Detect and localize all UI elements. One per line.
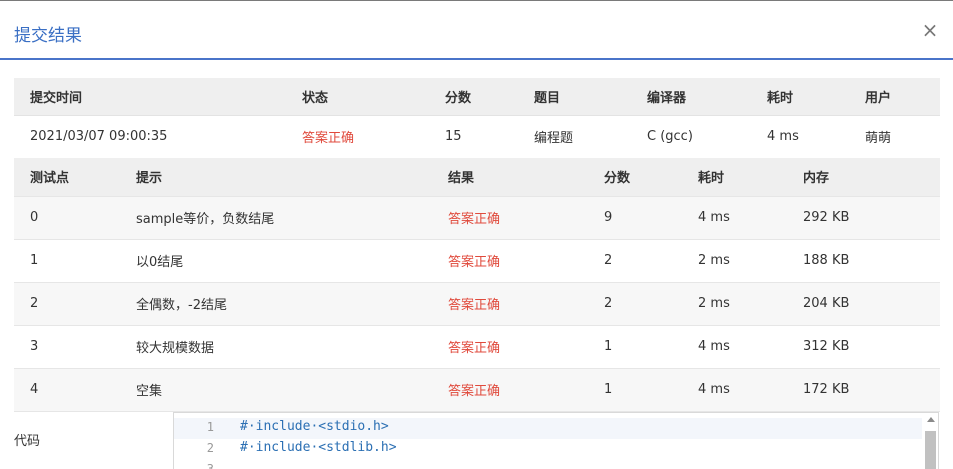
testcase-id: 0 [14, 196, 136, 240]
testcase-id: 2 [14, 282, 136, 326]
testcase-memory: 312 KB [803, 325, 940, 369]
close-icon[interactable]: × [921, 20, 939, 42]
test-cases-table: 测试点 提示 结果 分数 耗时 内存 0 sample等价，负数结尾 答案正确 … [14, 158, 940, 412]
testcase-time: 4 ms [698, 196, 803, 240]
background-page-strip [0, 0, 953, 8]
code-scrollbar[interactable] [925, 417, 936, 469]
line-number: 3 [206, 462, 214, 469]
testcase-time: 4 ms [698, 368, 803, 412]
code-text: #·include·<stdlib.h> [240, 440, 397, 455]
modal-header: 提交结果 × [0, 8, 953, 60]
code-text: #·include·<stdio.h> [240, 419, 389, 434]
testcase-time: 4 ms [698, 325, 803, 369]
testcase-hint: 较大规模数据 [136, 325, 448, 369]
col-score: 分数 [604, 158, 698, 197]
problem-link[interactable]: 编程题 [534, 115, 647, 159]
testcase-score: 1 [604, 368, 698, 412]
testcase-hint: 以0结尾 [136, 239, 448, 283]
testcase-result: 答案正确 [448, 282, 604, 326]
col-memory: 内存 [803, 158, 940, 197]
testcase-id: 3 [14, 325, 136, 369]
col-time: 耗时 [767, 78, 865, 116]
user-link[interactable]: 萌萌 [865, 115, 940, 159]
score: 15 [445, 115, 534, 159]
testcase-score: 9 [604, 196, 698, 240]
col-time: 耗时 [698, 158, 803, 197]
col-testcase: 测试点 [14, 158, 136, 197]
scroll-up-icon[interactable] [927, 417, 935, 422]
table-row: 2 全偶数，-2结尾 答案正确 2 2 ms 204 KB [14, 282, 940, 326]
code-label: 代码 [14, 434, 41, 449]
testcase-hint: 空集 [136, 368, 448, 412]
table-row: 4 空集 答案正确 1 4 ms 172 KB [14, 368, 940, 412]
testcase-score: 2 [604, 239, 698, 283]
testcase-memory: 172 KB [803, 368, 940, 412]
col-score: 分数 [445, 78, 534, 116]
testcase-id: 1 [14, 239, 136, 283]
summary-row: 2021/03/07 09:00:35 答案正确 15 编程题 C (gcc) … [14, 115, 940, 159]
testcase-score: 2 [604, 282, 698, 326]
col-problem: 题目 [534, 78, 647, 116]
code-line: 3 [174, 460, 922, 469]
table-row: 1 以0结尾 答案正确 2 2 ms 188 KB [14, 239, 940, 283]
testcase-memory: 204 KB [803, 282, 940, 326]
compiler: C (gcc) [647, 115, 767, 159]
scroll-thumb[interactable] [925, 431, 936, 469]
col-submit-time: 提交时间 [14, 78, 302, 116]
elapsed-time: 4 ms [767, 115, 865, 159]
col-hint: 提示 [136, 158, 448, 197]
code-line: 1 #·include·<stdio.h> [174, 418, 922, 439]
line-number: 2 [206, 441, 214, 455]
testcase-result: 答案正确 [448, 368, 604, 412]
testcase-memory: 292 KB [803, 196, 940, 240]
table-row: 0 sample等价，负数结尾 答案正确 9 4 ms 292 KB [14, 196, 940, 240]
col-compiler: 编译器 [647, 78, 767, 116]
code-line: 2 #·include·<stdlib.h> [174, 439, 922, 460]
testcase-result: 答案正确 [448, 325, 604, 369]
status-accepted[interactable]: 答案正确 [302, 115, 445, 159]
col-status: 状态 [302, 78, 445, 116]
testcase-id: 4 [14, 368, 136, 412]
testcase-time: 2 ms [698, 239, 803, 283]
table-row: 3 较大规模数据 答案正确 1 4 ms 312 KB [14, 325, 940, 369]
testcase-score: 1 [604, 325, 698, 369]
submit-time: 2021/03/07 09:00:35 [14, 115, 302, 159]
testcase-hint: sample等价，负数结尾 [136, 196, 448, 240]
modal-title: 提交结果 [14, 26, 82, 46]
col-result: 结果 [448, 158, 604, 197]
testcase-hint: 全偶数，-2结尾 [136, 282, 448, 326]
testcase-memory: 188 KB [803, 239, 940, 283]
col-user: 用户 [865, 78, 940, 116]
line-number: 1 [206, 420, 214, 434]
submission-summary-table: 提交时间 状态 分数 题目 编译器 耗时 用户 2021/03/07 09:00… [14, 78, 940, 159]
testcase-result: 答案正确 [448, 196, 604, 240]
testcase-time: 2 ms [698, 282, 803, 326]
code-viewer[interactable]: 1 #·include·<stdio.h> 2 #·include·<stdli… [173, 412, 939, 469]
testcase-result: 答案正确 [448, 239, 604, 283]
cases-header-row: 测试点 提示 结果 分数 耗时 内存 [14, 158, 940, 197]
summary-header-row: 提交时间 状态 分数 题目 编译器 耗时 用户 [14, 78, 940, 116]
